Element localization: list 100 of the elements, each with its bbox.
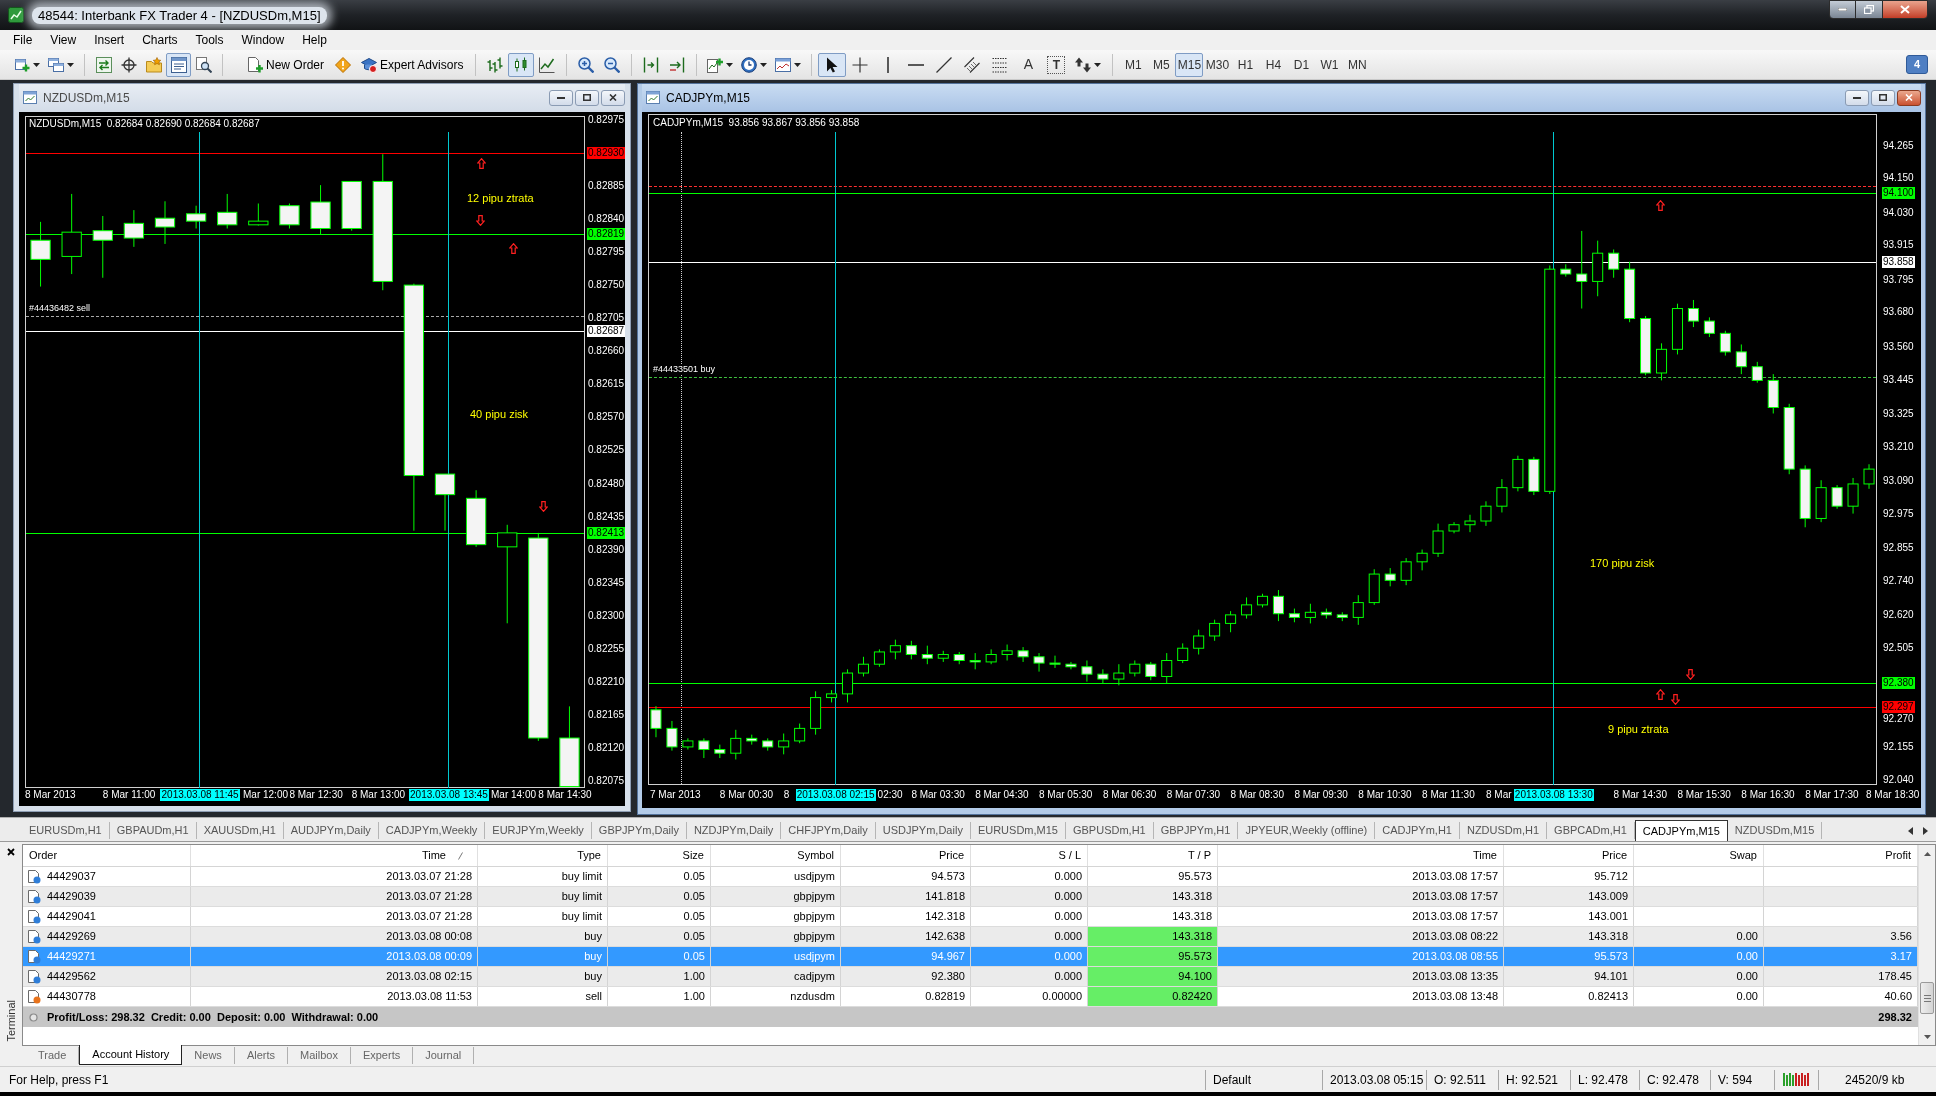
scrollbar-track[interactable] <box>1918 845 1935 1045</box>
table-row[interactable]: 44429562 2013.03.08 02:15 buy 1.00 cadjpym 92.380 0.000 94.100 2013.03.08 13:35 94.101 0.00 178.45 <box>23 967 1918 987</box>
panel-tab[interactable]: Account History <box>79 1045 183 1065</box>
column-header[interactable]: Swap <box>1634 845 1764 866</box>
table-row[interactable]: 44429041 2013.03.07 21:28 buy limit 0.05 gbpjpym 142.318 0.000 143.318 2013.03.08 17:57 143.001 <box>23 907 1918 927</box>
menu-item[interactable]: View <box>41 30 86 50</box>
axis-label: 0.82750 <box>588 279 625 292</box>
column-header[interactable]: T / P <box>1088 845 1218 866</box>
table-row[interactable]: 44430778 2013.03.08 11:53 sell 1.00 nzdusdm 0.82819 0.00000 0.82420 2013.03.08 13:48 0.82413 0.00 40.60 <box>23 987 1918 1007</box>
axis-label: 92.620 <box>1883 608 1914 621</box>
table-row[interactable]: 44429039 2013.03.07 21:28 buy limit 0.05 gbpjpym 141.818 0.000 143.318 2013.03.08 17:57 143.009 <box>23 887 1918 907</box>
cursor-button[interactable] <box>818 52 847 77</box>
menu-item[interactable]: Tools <box>186 30 233 50</box>
column-header[interactable]: Time <box>191 845 478 866</box>
column-header[interactable]: Symbol <box>711 845 841 866</box>
minimize-button[interactable] <box>549 90 573 106</box>
axis-label: 0.82120 <box>588 742 625 755</box>
restore-button[interactable] <box>1856 0 1882 19</box>
column-header[interactable]: S / L <box>971 845 1088 866</box>
restore-button[interactable] <box>575 90 599 106</box>
close-button[interactable] <box>1897 90 1921 106</box>
chart-tab[interactable]: EURUSDm,M15 <box>970 822 1066 839</box>
period-button[interactable]: D1 <box>1287 52 1316 77</box>
table-cell: 2013.03.08 00:08 <box>191 927 478 946</box>
chart-tab[interactable]: JPYEUR,Weekly (offline) <box>1238 822 1376 839</box>
chart-tab[interactable]: CADJPYm,M15 <box>1634 820 1728 841</box>
chart-tab[interactable]: EURUSDm,H1 <box>22 822 110 839</box>
chart-tab[interactable]: NZDUSDm,H1 <box>1459 822 1548 839</box>
scrollbar-thumb[interactable] <box>1920 982 1934 1014</box>
candlestick <box>1576 230 1588 309</box>
column-header[interactable]: Price <box>1504 845 1634 866</box>
table-cell: 0.000 <box>971 887 1088 906</box>
candlestick <box>1097 668 1109 685</box>
chart-tab[interactable]: CADJPYm,H1 <box>1375 822 1460 839</box>
right-caret-icon[interactable] <box>1923 827 1928 835</box>
period-button[interactable]: M30 <box>1203 52 1232 77</box>
chart-tab[interactable]: NZDJPYm,Daily <box>686 822 782 839</box>
new-order-button[interactable]: New Order <box>241 52 330 77</box>
panel-icon <box>170 56 187 73</box>
chart-tab[interactable]: AUDJPYm,Daily <box>283 822 379 839</box>
table-row[interactable]: 44429269 2013.03.08 00:08 buy 0.05 gbpjpym 142.638 0.000 143.318 2013.03.08 08:22 143.318 0.00 3.56 <box>23 927 1918 947</box>
column-header[interactable]: Price <box>841 845 971 866</box>
panel-tab[interactable]: Alerts <box>234 1047 288 1064</box>
messages-button[interactable]: 4 <box>1906 55 1928 74</box>
chart-tab[interactable]: XAUUSDm,H1 <box>196 822 284 839</box>
close-button[interactable] <box>601 90 625 106</box>
exchange-arrows-icon <box>95 56 112 73</box>
period-button[interactable]: W1 <box>1315 52 1344 77</box>
chart-tab[interactable]: GBPJPYm,Daily <box>591 822 687 839</box>
table-cell: 142.638 <box>841 927 971 946</box>
table-row[interactable]: 44429037 2013.03.07 21:28 buy limit 0.05 usdjpym 94.573 0.000 95.573 2013.03.08 17:57 95.712 <box>23 867 1918 887</box>
menu-item[interactable]: Charts <box>133 30 187 50</box>
chart-tab[interactable]: USDJPYm,Daily <box>875 822 971 839</box>
chart-tab[interactable]: GBPUSDm,H1 <box>1065 822 1154 839</box>
period-button[interactable]: M15 <box>1175 52 1204 77</box>
candlestick <box>1703 316 1715 338</box>
zoom-out-icon <box>604 56 621 73</box>
column-header[interactable]: Time <box>1218 845 1504 866</box>
menu-item[interactable]: File <box>4 30 42 50</box>
panel-tab[interactable]: News <box>182 1047 235 1064</box>
panel-tab[interactable]: Experts <box>350 1047 414 1064</box>
candlestick <box>794 723 806 744</box>
text-tool-button[interactable]: A <box>1014 52 1043 77</box>
period-button[interactable]: H4 <box>1259 52 1288 77</box>
circle-icon <box>29 1012 38 1022</box>
column-header[interactable]: Type <box>478 845 608 866</box>
period-button[interactable]: MN <box>1343 52 1372 77</box>
table-cell-text: 44429039 <box>47 889 96 905</box>
candlestick <box>857 656 869 677</box>
column-header[interactable]: Size <box>608 845 711 866</box>
period-button[interactable]: H1 <box>1231 52 1260 77</box>
chart-tab[interactable]: GBPJPYm,H1 <box>1153 822 1239 839</box>
panel-tab[interactable]: Mailbox <box>288 1047 351 1064</box>
chart-tab[interactable]: GBPAUDm,H1 <box>109 822 197 839</box>
period-button[interactable]: M1 <box>1119 52 1148 77</box>
minimize-button[interactable] <box>1845 90 1869 106</box>
minimize-button[interactable] <box>1829 0 1856 19</box>
menu-item[interactable]: Window <box>232 30 294 50</box>
close-button[interactable] <box>1882 0 1928 19</box>
chart-tab[interactable]: NZDUSDm,M15 <box>1727 822 1823 839</box>
period-button[interactable]: M5 <box>1147 52 1176 77</box>
candlestick <box>1847 477 1859 515</box>
candlesticks-button[interactable] <box>508 52 535 77</box>
column-header[interactable]: Order <box>23 845 191 866</box>
chart-tab[interactable]: GBPCADm,H1 <box>1547 822 1635 839</box>
label-tool-button[interactable]: T <box>1047 55 1066 74</box>
panel-button[interactable] <box>166 52 191 77</box>
left-caret-icon[interactable] <box>1908 827 1913 835</box>
close-button[interactable] <box>5 846 17 858</box>
menu-item[interactable]: Help <box>293 30 336 50</box>
chart-tab[interactable]: CADJPYm,Weekly <box>378 822 486 839</box>
panel-tab[interactable]: Journal <box>413 1047 475 1064</box>
expert-advisors-button[interactable]: Expert Advisors <box>355 52 470 77</box>
table-row[interactable]: 44429271 2013.03.08 00:09 buy 0.05 usdjpym 94.967 0.000 95.573 2013.03.08 08:55 95.573 0.00 3.17 <box>23 947 1918 967</box>
chart-tab[interactable]: CHFJPYm,Daily <box>781 822 876 839</box>
trend-line-icon <box>936 56 953 73</box>
menu-item[interactable]: Insert <box>85 30 134 50</box>
candlestick <box>1416 549 1428 571</box>
restore-button[interactable] <box>1871 90 1895 106</box>
chart-tab[interactable]: EURJPYm,Weekly <box>485 822 592 839</box>
